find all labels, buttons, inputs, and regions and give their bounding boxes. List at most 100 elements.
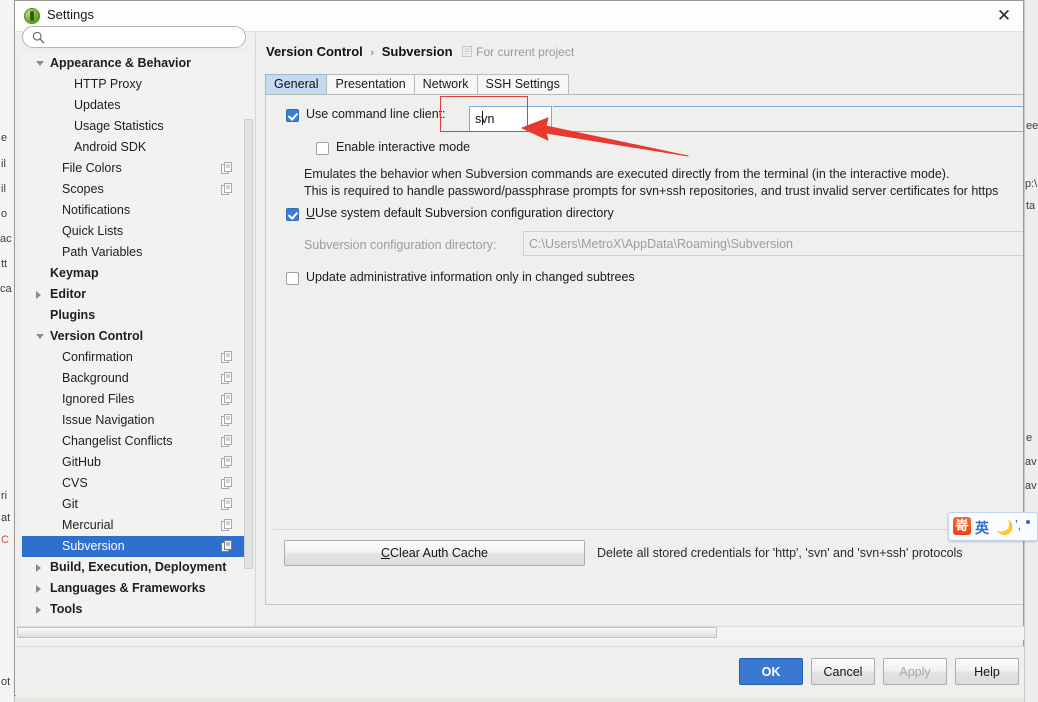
sidebar-item-git[interactable]: Git xyxy=(22,494,246,515)
sidebar-item-label: Path Variables xyxy=(62,245,143,259)
copy-config-icon[interactable] xyxy=(221,456,232,468)
clear-auth-cache-label: Clear Auth Cache xyxy=(390,546,488,560)
sidebar-item-ignored-files[interactable]: Ignored Files xyxy=(22,389,246,410)
sidebar-item-label: File Colors xyxy=(62,161,122,175)
cancel-button[interactable]: Cancel xyxy=(811,658,875,685)
main-hscrollbar-thumb[interactable] xyxy=(17,627,717,638)
sidebar-item-plugins[interactable]: Plugins xyxy=(22,305,246,326)
sidebar-item-keymap[interactable]: Keymap xyxy=(22,263,246,284)
copy-config-icon[interactable] xyxy=(221,351,232,363)
sogou-ime-logo-icon[interactable]: 嵜 xyxy=(953,517,971,535)
bg-fragment: e xyxy=(1026,432,1033,444)
field-row-bottom-rule xyxy=(553,131,1023,132)
breadcrumb-separator: › xyxy=(370,47,375,59)
bg-fragment: tt xyxy=(1,258,8,270)
sidebar-item-appearance-behavior[interactable]: Appearance & Behavior xyxy=(22,53,246,74)
sidebar-item-notifications[interactable]: Notifications xyxy=(22,200,246,221)
chevron-down-icon[interactable] xyxy=(36,334,44,339)
copy-config-icon[interactable] xyxy=(221,372,232,384)
breadcrumb-root[interactable]: Version Control xyxy=(266,44,363,59)
sidebar-item-path-variables[interactable]: Path Variables xyxy=(22,242,246,263)
sidebar-item-languages-frameworks[interactable]: Languages & Frameworks xyxy=(22,578,246,599)
bg-fragment: ee xyxy=(1026,120,1038,132)
sidebar-item-label: Android SDK xyxy=(74,140,147,154)
sidebar-item-confirmation[interactable]: Confirmation xyxy=(22,347,246,368)
help-button[interactable]: Help xyxy=(955,658,1019,685)
chevron-right-icon[interactable] xyxy=(36,585,41,593)
sidebar-item-cvs[interactable]: CVS xyxy=(22,473,246,494)
settings-category-tree[interactable]: Appearance & Behavior HTTP Proxy Updates Us… xyxy=(22,53,246,633)
sidebar-item-quick-lists[interactable]: Quick Lists xyxy=(22,221,246,242)
use-command-line-client-checkbox[interactable] xyxy=(286,109,299,122)
sidebar-item-scopes[interactable]: Scopes xyxy=(22,179,246,200)
sidebar-item-label: Changelist Conflicts xyxy=(62,434,173,448)
ime-language-mode-button[interactable]: 英 xyxy=(975,518,989,538)
enable-interactive-mode-checkbox[interactable] xyxy=(316,142,329,155)
close-icon[interactable]: ✕ xyxy=(991,5,1017,27)
sidebar-item-changelist-conflicts[interactable]: Changelist Conflicts xyxy=(22,431,246,452)
sidebar-item-usage-statistics[interactable]: Usage Statistics xyxy=(22,116,246,137)
copy-config-icon[interactable] xyxy=(221,162,232,174)
chevron-right-icon[interactable] xyxy=(36,606,41,614)
project-scope-label: For current project xyxy=(476,45,575,59)
sidebar-item-mercurial[interactable]: Mercurial xyxy=(22,515,246,536)
punctuation-icon[interactable]: ’‚ xyxy=(1015,517,1021,532)
tab-label: General xyxy=(274,77,319,91)
sidebar-item-http-proxy[interactable]: HTTP Proxy xyxy=(22,74,246,95)
tab-label: SSH Settings xyxy=(485,77,560,91)
copy-config-icon[interactable] xyxy=(221,519,232,531)
search-input[interactable] xyxy=(49,29,241,48)
sidebar-item-build-execution-deployment[interactable]: Build, Execution, Deployment xyxy=(22,557,246,578)
sidebar-item-background[interactable]: Background xyxy=(22,368,246,389)
copy-config-icon[interactable] xyxy=(221,183,232,195)
copy-config-icon[interactable] xyxy=(221,498,232,510)
clear-auth-cache-hint: Delete all stored credentials for 'http'… xyxy=(597,546,963,560)
sidebar-scrollbar-thumb[interactable] xyxy=(244,119,253,569)
bg-fragment: C xyxy=(1,534,9,546)
sidebar-item-subversion[interactable]: Subversion xyxy=(22,536,246,557)
sidebar-item-label: Scopes xyxy=(62,182,104,196)
dialog-footer: OK Cancel Apply Help xyxy=(16,646,1024,697)
sidebar-item-file-colors[interactable]: File Colors xyxy=(22,158,246,179)
moon-icon[interactable]: 🌙 xyxy=(996,519,1013,536)
sidebar-item-label: Quick Lists xyxy=(62,224,124,238)
sidebar-item-editor[interactable]: Editor xyxy=(22,284,246,305)
bg-fragment: at xyxy=(1,512,11,524)
breadcrumb-leaf: Subversion xyxy=(381,44,453,59)
tab-ssh-settings[interactable]: SSH Settings xyxy=(476,74,569,94)
field-row-top-rule xyxy=(553,106,1023,107)
sidebar-item-updates[interactable]: Updates xyxy=(22,95,246,116)
ok-button[interactable]: OK xyxy=(739,658,803,685)
chevron-down-icon[interactable] xyxy=(36,61,44,66)
copy-config-icon[interactable] xyxy=(221,477,232,489)
config-dir-input[interactable] xyxy=(523,231,1023,256)
tab-general[interactable]: General xyxy=(265,74,328,94)
mnemonic-char: C xyxy=(380,546,391,560)
update-admin-info-label: Update administrative information only i… xyxy=(306,270,635,284)
update-admin-info-checkbox[interactable] xyxy=(286,272,299,285)
chevron-right-icon[interactable] xyxy=(36,291,41,299)
sidebar-item-github[interactable]: GitHub xyxy=(22,452,246,473)
dot-icon[interactable] xyxy=(1026,520,1030,524)
background-window-left-strip xyxy=(0,0,13,702)
ime-toolbar[interactable]: 嵜 英 🌙 ’‚ xyxy=(948,512,1038,541)
copy-config-icon[interactable] xyxy=(221,393,232,405)
copy-config-icon[interactable] xyxy=(221,540,232,552)
tab-network[interactable]: Network xyxy=(413,74,478,94)
use-system-default-dir-checkbox[interactable] xyxy=(286,208,299,221)
settings-search-box[interactable] xyxy=(22,26,246,48)
sidebar-item-android-sdk[interactable]: Android SDK xyxy=(22,137,246,158)
copy-config-icon[interactable] xyxy=(221,414,232,426)
tree-root: Appearance & Behavior HTTP Proxy Updates Us… xyxy=(22,53,246,620)
clear-auth-cache-button[interactable]: CClear Auth Cache xyxy=(284,540,585,566)
copy-config-icon[interactable] xyxy=(221,435,232,447)
bg-fragment: av xyxy=(1025,480,1037,492)
sidebar-item-label: Ignored Files xyxy=(62,392,135,406)
sidebar-item-issue-navigation[interactable]: Issue Navigation xyxy=(22,410,246,431)
settings-tabs[interactable]: General Presentation Network SSH Settings xyxy=(265,74,569,94)
chevron-right-icon[interactable] xyxy=(36,564,41,572)
enable-interactive-mode-label: Enable interactive mode xyxy=(336,140,471,154)
sidebar-item-tools[interactable]: Tools xyxy=(22,599,246,620)
sidebar-item-version-control[interactable]: Version Control xyxy=(22,326,246,347)
tab-presentation[interactable]: Presentation xyxy=(326,74,415,94)
